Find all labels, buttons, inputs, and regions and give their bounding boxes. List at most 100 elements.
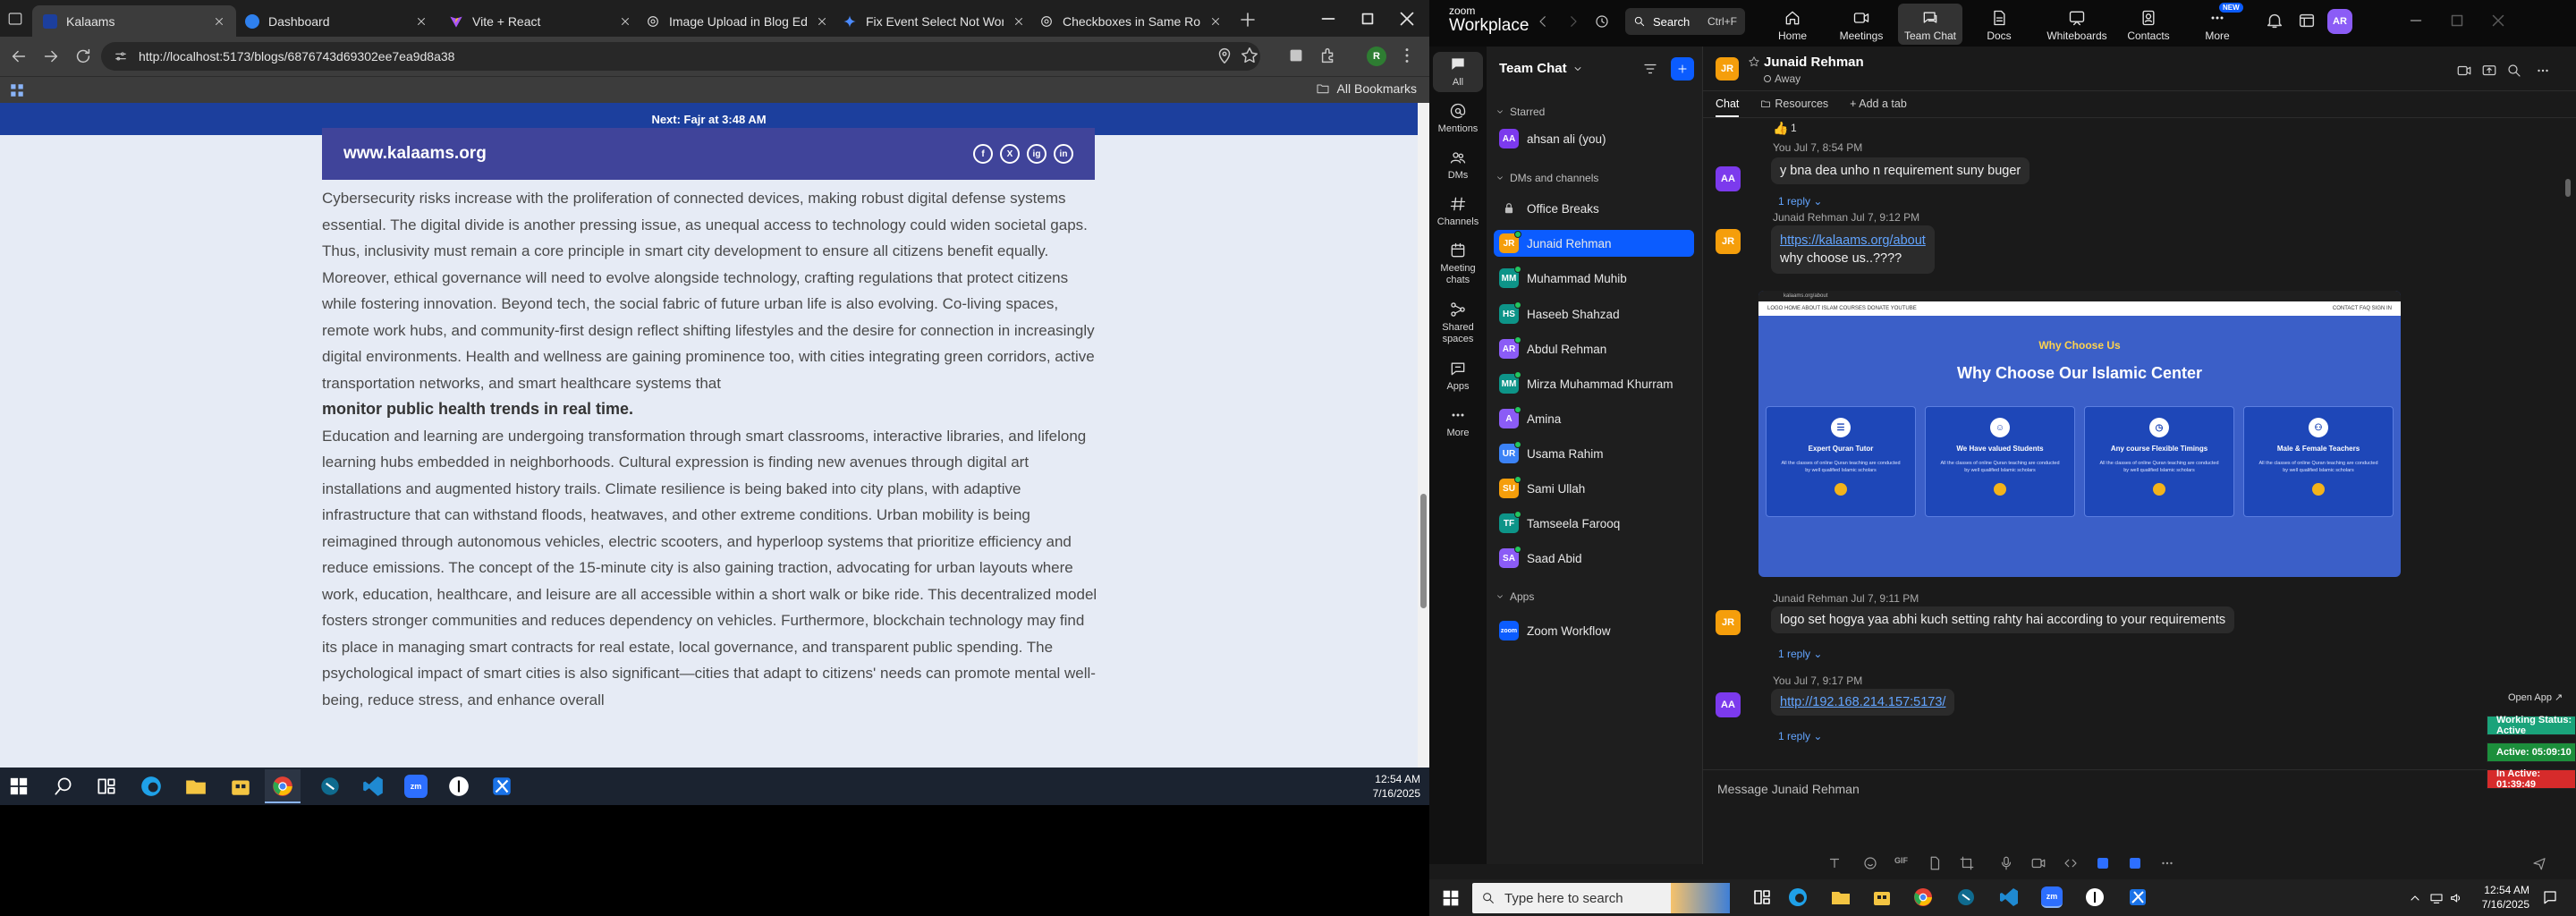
zoom-minimize-icon[interactable] [2406, 11, 2426, 30]
close-tab-icon[interactable] [816, 15, 828, 28]
chat-item-contact[interactable]: JR Junaid Rehman [1494, 230, 1694, 257]
vscode-alt-icon[interactable] [318, 775, 342, 798]
code-snippet-icon[interactable] [2063, 855, 2079, 871]
zoom-taskbar-icon[interactable]: zm [2041, 886, 2063, 908]
vscode-icon[interactable] [361, 775, 385, 798]
left-taskbar-clock[interactable]: 12:54 AM 7/16/2025 [1373, 772, 1420, 801]
app-blue-square-icon[interactable] [2095, 855, 2111, 871]
message-link[interactable]: https://kalaams.org/about [1780, 232, 1926, 250]
location-icon[interactable] [1215, 46, 1234, 65]
tab-chat[interactable]: Chat [1716, 91, 1740, 117]
chat-item-contact[interactable]: MM Mirza Muhammad Khurram [1494, 370, 1694, 397]
team-chat-dropdown[interactable]: Team Chat [1499, 61, 1583, 76]
forward-icon[interactable] [41, 47, 61, 66]
chat-item-self[interactable]: AA ahsan ali (you) [1494, 125, 1694, 152]
chat-options-icon[interactable] [2535, 63, 2551, 79]
chat-name[interactable]: Junaid Rehman [1764, 55, 1864, 70]
scrollbar-thumb[interactable] [1420, 494, 1427, 608]
chat-item-contact[interactable]: SA Saad Abid [1494, 545, 1694, 572]
snipping-tool-icon[interactable] [2127, 886, 2148, 908]
chat-scrollbar-thumb[interactable] [2565, 179, 2571, 197]
message-link[interactable]: http://192.168.214.157:5173/ [1780, 695, 1945, 709]
chat-item-contact[interactable]: HS Haseeb Shahzad [1494, 301, 1694, 327]
chat-item-contact[interactable]: MM Muhammad Muhib [1494, 265, 1694, 292]
close-tab-icon[interactable] [619, 15, 631, 28]
zoom-taskbar-icon[interactable]: zm [404, 775, 428, 798]
new-chat-button[interactable] [1671, 57, 1694, 81]
section-dms-channels[interactable]: DMs and channels [1496, 172, 1598, 184]
browser-tab-fix-event-select[interactable]: Fix Event Select Not Working [832, 5, 1036, 37]
format-text-icon[interactable] [1826, 855, 1843, 871]
tab-search-icon[interactable] [7, 11, 23, 27]
rail-channels[interactable]: Channels [1433, 195, 1483, 228]
app-circle-icon[interactable] [2084, 886, 2106, 908]
reply-link[interactable]: 1 reply ⌄ [1778, 730, 1822, 742]
extension-icon[interactable] [1286, 46, 1306, 65]
file-explorer-icon[interactable] [1830, 886, 1852, 908]
attach-file-icon[interactable] [1927, 855, 1943, 871]
rail-apps[interactable]: Apps [1433, 360, 1483, 393]
apps-grid-icon[interactable] [9, 82, 25, 98]
maximize-icon[interactable] [1356, 7, 1379, 30]
search-icon[interactable] [52, 775, 75, 798]
close-window-icon[interactable] [1395, 7, 1419, 30]
message[interactable]: Junaid Rehman Jul 7, 9:11 PM JR logo set… [1716, 592, 2538, 664]
section-starred[interactable]: Starred [1496, 106, 1545, 118]
zoom-tab-team-chat[interactable]: Team Chat [1898, 4, 1962, 45]
right-taskbar-clock[interactable]: 12:54 AM 7/16/2025 [2482, 883, 2529, 912]
shared-screenshot-image[interactable]: kalaams.org/about LOGO HOME ABOUT ISLAM … [1758, 291, 2401, 577]
gif-icon[interactable]: GIF [1894, 856, 1911, 872]
browser-tab-image-upload[interactable]: Image Upload in Blog Editor [635, 5, 839, 37]
chrome-icon[interactable] [1912, 886, 1934, 908]
rail-meeting-chats[interactable]: Meeting chats [1433, 242, 1483, 286]
browser-tab-vite-react[interactable]: Vite + React [438, 5, 642, 37]
close-tab-icon[interactable] [213, 15, 225, 28]
task-view-icon[interactable] [95, 775, 118, 798]
app-circle-icon[interactable] [447, 775, 470, 798]
zoom-tab-home[interactable]: Home [1760, 4, 1825, 45]
tray-chevron-up-icon[interactable] [2408, 891, 2422, 905]
composer-input[interactable]: Message Junaid Rehman [1717, 782, 1860, 796]
x-twitter-icon[interactable]: X [1000, 144, 1020, 164]
zoom-forward-icon[interactable] [1565, 13, 1581, 30]
profile-avatar[interactable]: R [1367, 47, 1386, 66]
chat-item-contact[interactable]: AR Abdul Rehman [1494, 335, 1694, 362]
page-scrollbar[interactable] [1418, 103, 1429, 768]
zoom-maximize-icon[interactable] [2447, 11, 2467, 30]
apps-panel-icon[interactable] [2297, 11, 2317, 30]
reload-icon[interactable] [73, 47, 93, 66]
close-tab-icon[interactable] [415, 15, 428, 28]
all-bookmarks-button[interactable]: All Bookmarks [1316, 81, 1417, 96]
zoom-search-field[interactable]: Search Ctrl+F [1625, 8, 1745, 35]
browser-tab-checkboxes[interactable]: Checkboxes in Same Row [1029, 5, 1233, 37]
taskbar-search-box[interactable]: Type here to search [1472, 883, 1730, 913]
history-icon[interactable] [1594, 13, 1610, 30]
site-url[interactable]: www.kalaams.org [343, 144, 487, 164]
instagram-icon[interactable]: ig [1027, 144, 1046, 164]
section-apps[interactable]: Apps [1496, 590, 1534, 603]
zoom-tab-whiteboards[interactable]: Whiteboards [2038, 4, 2116, 45]
chat-item-zoom-workflow[interactable]: zoom Zoom Workflow [1494, 617, 1694, 644]
search-in-chat-icon[interactable] [2506, 63, 2522, 79]
filter-icon[interactable] [1642, 61, 1658, 77]
vscode-icon[interactable] [1998, 886, 2020, 908]
open-app-button[interactable]: Open App ↗ [2508, 691, 2563, 703]
tab-resources[interactable]: Resources [1760, 91, 1828, 117]
message-composer[interactable]: Message Junaid Rehman [1703, 769, 2576, 864]
chat-item-contact[interactable]: Office Breaks [1494, 195, 1694, 222]
more-tools-icon[interactable] [2159, 855, 2175, 871]
snipping-tool-icon[interactable] [490, 775, 513, 798]
emoji-icon[interactable] [1862, 855, 1878, 871]
browser-menu-icon[interactable] [1397, 46, 1417, 65]
screen-share-icon[interactable] [2481, 63, 2497, 79]
zoom-back-icon[interactable] [1535, 13, 1551, 30]
message-avatar[interactable]: AA [1716, 692, 1741, 717]
reply-link[interactable]: 1 reply ⌄ [1778, 648, 1822, 660]
close-tab-icon[interactable] [1209, 15, 1222, 28]
chat-item-contact[interactable]: UR Usama Rahim [1494, 440, 1694, 467]
task-view-icon[interactable] [1751, 886, 1773, 908]
minimize-icon[interactable] [1317, 7, 1340, 30]
reply-link[interactable]: 1 reply ⌄ [1778, 195, 1822, 208]
browser-tab-kalaams[interactable]: Kalaams [32, 5, 236, 37]
chat-item-contact[interactable]: TF Tamseela Farooq [1494, 510, 1694, 537]
